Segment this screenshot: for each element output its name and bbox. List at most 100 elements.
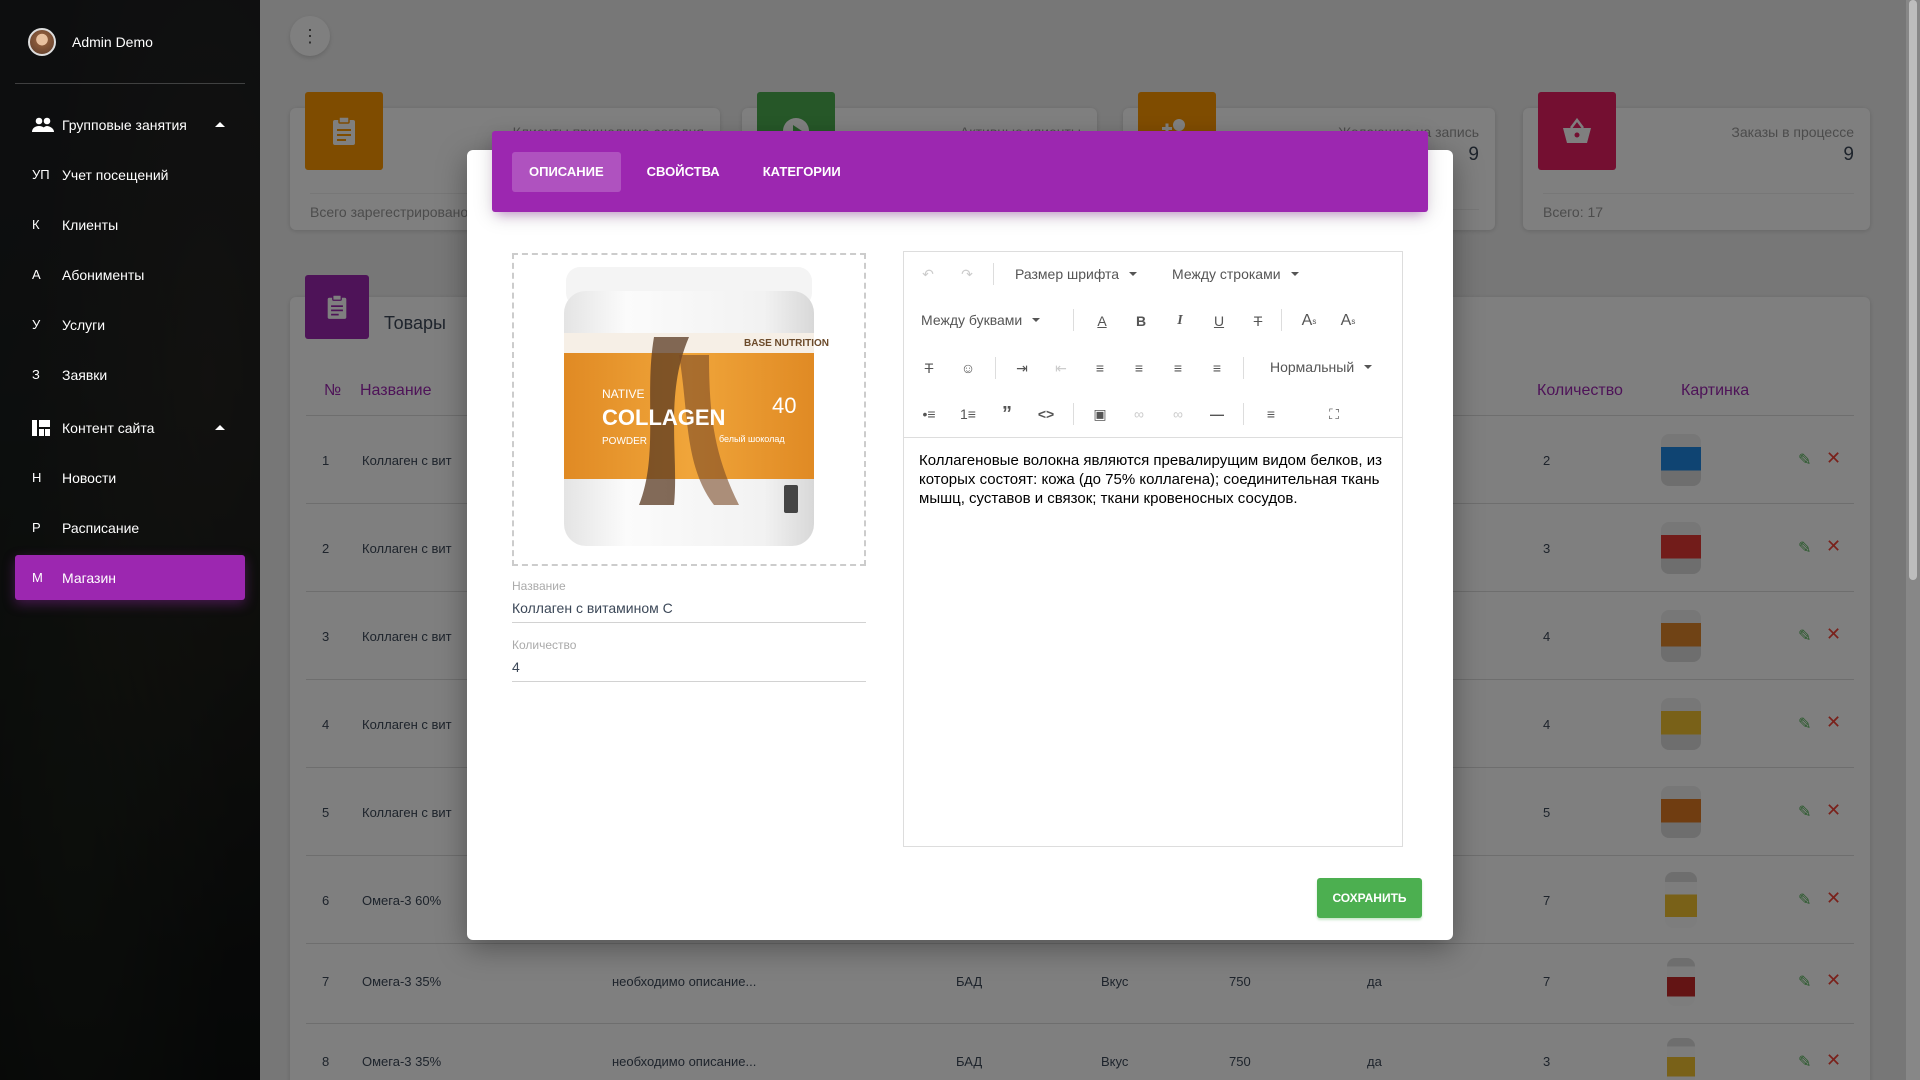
- sidebar-item-group-classes[interactable]: Групповые занятия: [15, 102, 245, 147]
- sidebar-item-label: Групповые занятия: [62, 116, 187, 133]
- subscript-icon[interactable]: As: [1335, 310, 1361, 332]
- font-size-dropdown[interactable]: Размер шрифта: [1015, 266, 1138, 282]
- product-edit-dialog: Описание Свойства Категории BASE NUTRITI…: [467, 131, 1453, 940]
- product-image: BASE NUTRITION NATIVE COLLAGEN POWDER 40…: [564, 267, 829, 546]
- underline-icon[interactable]: U: [1208, 310, 1230, 332]
- toolbar-separator: [1281, 309, 1282, 331]
- redo-icon[interactable]: ↷: [957, 264, 977, 284]
- sidebar-item-abbr: З: [32, 367, 40, 382]
- dashboard-icon: [32, 419, 62, 436]
- tab-categories[interactable]: Категории: [746, 152, 858, 192]
- sidebar-item-site-content[interactable]: Контент сайта: [15, 405, 245, 450]
- toolbar-separator: [1073, 403, 1074, 425]
- strikethrough-icon[interactable]: T: [1247, 310, 1269, 332]
- align-left-icon[interactable]: ≡: [1089, 357, 1111, 379]
- align-center-icon[interactable]: ≡: [1128, 357, 1150, 379]
- wrap-icon[interactable]: ≡: [1260, 403, 1282, 425]
- caret-down-icon: [1129, 272, 1138, 276]
- bullet-list-icon[interactable]: •≡: [918, 403, 940, 425]
- sidebar-item-clients[interactable]: К Клиенты: [15, 202, 245, 247]
- fullscreen-icon[interactable]: ⛶: [1323, 403, 1345, 425]
- unlink-icon[interactable]: ∞: [1167, 403, 1189, 425]
- avatar: [28, 27, 56, 56]
- sidebar-item-schedule[interactable]: Р Расписание: [15, 505, 245, 550]
- page-scrollbar[interactable]: [1906, 0, 1920, 1080]
- sidebar-item-label: Клиенты: [62, 216, 119, 233]
- letter-spacing-label: Между буквами: [921, 312, 1023, 328]
- caret-down-icon: [1364, 365, 1373, 369]
- line1-text: NATIVE: [602, 387, 644, 401]
- align-justify-icon[interactable]: ≡: [1206, 357, 1228, 379]
- sidebar-item-label: Контент сайта: [62, 419, 155, 436]
- quantity-field[interactable]: 4: [512, 659, 866, 682]
- sidebar-item-abbr: УП: [32, 167, 50, 182]
- clear-format-icon[interactable]: T: [918, 357, 940, 379]
- font-size-label: Размер шрифта: [1015, 266, 1120, 282]
- people-icon: [32, 117, 62, 133]
- line3-text: POWDER: [602, 436, 647, 447]
- name-field[interactable]: Коллаген с витамином С: [512, 600, 866, 623]
- line2-text: COLLAGEN: [602, 405, 725, 430]
- caret-down-icon: [1032, 318, 1041, 322]
- code-icon[interactable]: <>: [1035, 403, 1057, 425]
- indent-decrease-icon[interactable]: ⇤: [1050, 357, 1072, 379]
- product-image-dropzone[interactable]: BASE NUTRITION NATIVE COLLAGEN POWDER 40…: [512, 253, 866, 566]
- sidebar-item-abbr: Р: [32, 520, 41, 535]
- toolbar-separator: [1243, 357, 1244, 379]
- horizontal-rule-icon[interactable]: —: [1206, 403, 1228, 425]
- emoji-icon[interactable]: ☺: [957, 357, 979, 379]
- sidebar-item-abbr: А: [32, 267, 41, 282]
- sidebar-item-label: Расписание: [62, 519, 140, 536]
- sidebar-item-abbr: У: [32, 317, 41, 332]
- toolbar-separator: [1243, 403, 1244, 425]
- editor-toolbar: ↶ ↷ Размер шрифта Между строками Между б…: [904, 252, 1402, 438]
- sidebar-item-requests[interactable]: З Заявки: [15, 352, 245, 397]
- undo-icon[interactable]: ↶: [918, 264, 938, 284]
- toolbar-separator: [1073, 309, 1074, 331]
- paragraph-style-dropdown[interactable]: Нормальный: [1270, 359, 1373, 375]
- sidebar-item-label: Абонименты: [62, 266, 145, 283]
- quantity-field-label: Количество: [512, 638, 577, 652]
- sidebar-item-label: Новости: [62, 469, 117, 486]
- brand-text: BASE NUTRITION: [744, 338, 829, 349]
- sidebar-item-attendance[interactable]: УП Учет посещений: [15, 152, 245, 197]
- link-icon[interactable]: ∞: [1128, 403, 1150, 425]
- sidebar-item-abbr: Н: [32, 470, 42, 485]
- image-icon[interactable]: ▣: [1089, 403, 1111, 425]
- badge-text: 40: [772, 393, 796, 418]
- indent-increase-icon[interactable]: ⇥: [1011, 357, 1033, 379]
- flavor-text: белый шоколад: [719, 434, 785, 444]
- sidebar-item-label: Учет посещений: [62, 166, 169, 183]
- tab-description[interactable]: Описание: [512, 151, 621, 192]
- superscript-icon[interactable]: As: [1296, 310, 1322, 332]
- description-editor: ↶ ↷ Размер шрифта Между строками Между б…: [903, 251, 1403, 847]
- sidebar-item-abbr: М: [32, 570, 43, 585]
- numbered-list-icon[interactable]: 1≡: [957, 403, 979, 425]
- user-name: Admin Demo: [72, 33, 153, 50]
- save-button[interactable]: Сохранить: [1317, 878, 1422, 918]
- italic-icon[interactable]: I: [1169, 310, 1191, 332]
- tab-properties[interactable]: Свойства: [630, 152, 737, 192]
- align-right-icon[interactable]: ≡: [1167, 357, 1189, 379]
- blockquote-icon[interactable]: ”: [996, 403, 1018, 425]
- text-color-icon[interactable]: A: [1091, 310, 1113, 332]
- caret-up-icon: [215, 425, 225, 430]
- caret-down-icon: [1290, 272, 1299, 276]
- sidebar-item-news[interactable]: Н Новости: [15, 455, 245, 500]
- sidebar-nav: Групповые занятия УП Учет посещений К Кл…: [0, 84, 260, 600]
- editor-content[interactable]: Коллагеновые волокна являются превалирущ…: [919, 451, 1391, 508]
- sidebar-item-label: Услуги: [62, 316, 106, 333]
- user-profile[interactable]: Admin Demo: [15, 0, 245, 84]
- sidebar-item-abbr: К: [32, 217, 40, 232]
- name-field-label: Название: [512, 579, 566, 593]
- sidebar-item-shop[interactable]: М Магазин: [15, 555, 245, 600]
- dialog-tabs: Описание Свойства Категории: [492, 131, 1428, 212]
- caret-up-icon: [215, 122, 225, 127]
- bold-icon[interactable]: B: [1130, 310, 1152, 332]
- sidebar-item-subscriptions[interactable]: А Абонименты: [15, 252, 245, 297]
- letter-spacing-dropdown[interactable]: Между буквами: [921, 312, 1041, 328]
- scrollbar-thumb[interactable]: [1909, 0, 1917, 580]
- line-height-dropdown[interactable]: Между строками: [1172, 266, 1299, 282]
- toolbar-separator: [993, 263, 994, 285]
- sidebar-item-services[interactable]: У Услуги: [15, 302, 245, 347]
